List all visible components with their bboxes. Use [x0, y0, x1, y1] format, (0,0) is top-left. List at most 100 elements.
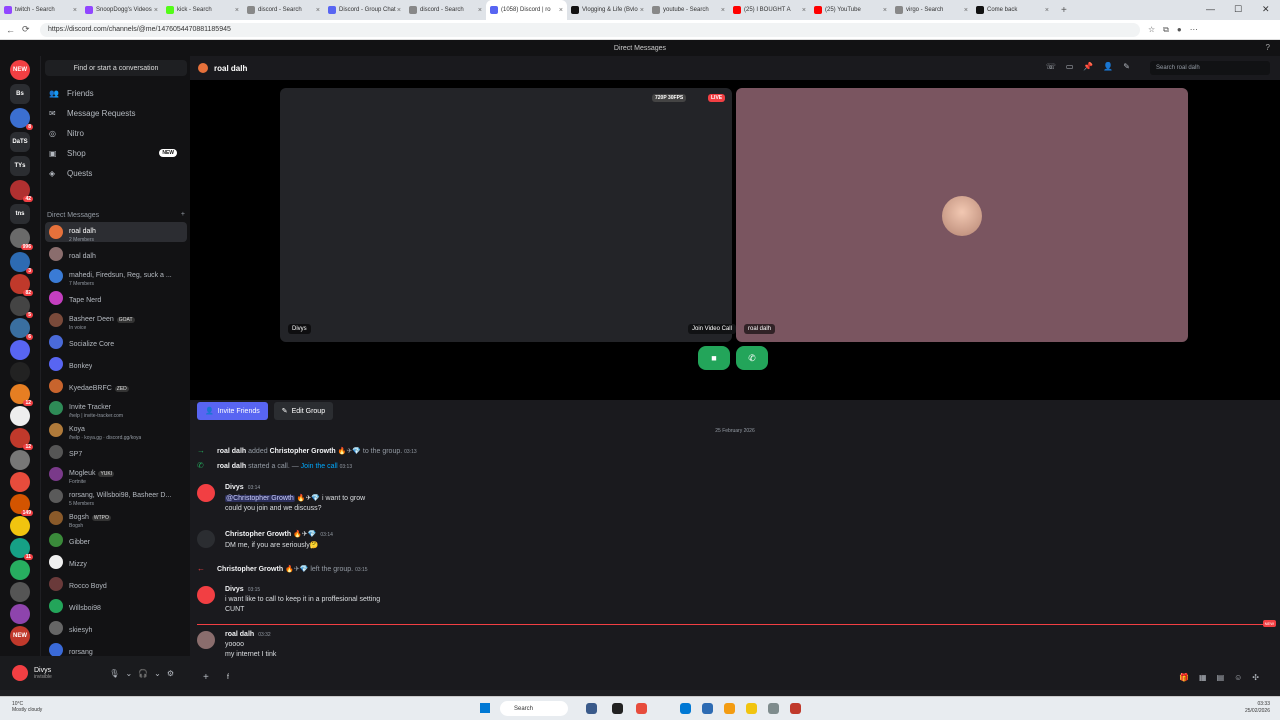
server-icon[interactable] — [10, 582, 30, 602]
close-tab-icon[interactable]: × — [316, 7, 320, 14]
message-avatar[interactable] — [197, 484, 215, 502]
app-icon[interactable] — [790, 703, 801, 714]
dm-item[interactable]: SP7 — [45, 442, 187, 462]
close-tab-icon[interactable]: × — [478, 7, 482, 14]
stream-tile-divys[interactable]: 720P 30FPS LIVE Divys — [280, 88, 732, 342]
close-tab-icon[interactable]: × — [397, 7, 401, 14]
dm-item[interactable]: Bogsh WTPO Bogsh — [45, 508, 187, 529]
close-tab-icon[interactable]: × — [640, 7, 644, 14]
sys-target[interactable]: Christopher Growth — [270, 448, 336, 455]
server-icon[interactable]: DaTS — [10, 132, 30, 152]
dm-item[interactable]: rorsang, Willsboi98, Basheer D... 5 Membe… — [45, 486, 187, 507]
dm-item[interactable]: KyedaeBRFC ZED — [45, 376, 187, 396]
server-icon[interactable]: 6 — [10, 318, 33, 340]
close-window-icon[interactable]: ✕ — [1262, 4, 1270, 15]
stream-tile-roal-dalh[interactable]: roal dalh — [736, 88, 1188, 342]
sys-author[interactable]: roal dalh — [217, 448, 246, 455]
server-icon[interactable]: 3 — [10, 252, 33, 274]
composer-icons[interactable]: 🎁▦▤☺✣ — [1179, 673, 1269, 682]
user-avatar[interactable] — [12, 665, 28, 681]
server-icon[interactable]: 11 — [10, 538, 33, 560]
server-icon[interactable] — [10, 340, 30, 360]
close-tab-icon[interactable]: × — [964, 7, 968, 14]
minimize-icon[interactable]: — — [1206, 4, 1215, 14]
browser-tab[interactable]: discord - Search × — [405, 0, 486, 20]
close-tab-icon[interactable]: × — [154, 7, 158, 14]
message-avatar[interactable] — [197, 530, 215, 548]
edge-icon[interactable] — [680, 703, 691, 714]
server-icon[interactable]: 996 — [10, 228, 33, 250]
server-icon[interactable] — [10, 472, 30, 492]
join-voice-call-button[interactable]: ✆ — [736, 346, 768, 370]
server-icon[interactable]: NEW — [10, 626, 30, 646]
browser-tab[interactable]: Come back × — [972, 0, 1053, 20]
dm-item[interactable]: Willsboi98 — [45, 596, 187, 616]
browser-tab[interactable]: discord - Search × — [243, 0, 324, 20]
browser-icon[interactable] — [636, 703, 647, 714]
browser-tab[interactable]: kick - Search × — [162, 0, 243, 20]
nav-item-message-requests[interactable]: ✉ Message Requests — [45, 104, 187, 122]
browser-tab[interactable]: virgo - Search × — [891, 0, 972, 20]
nav-item-nitro[interactable]: ◎ Nitro — [45, 124, 187, 142]
dm-item[interactable]: Koya/help · koya.gg · discord.gg/koya — [45, 420, 187, 441]
server-icon[interactable]: 5 — [10, 296, 33, 318]
message-author[interactable]: roal dalh — [225, 631, 254, 638]
edit-group-button[interactable]: ✎ Edit Group — [273, 402, 334, 420]
close-tab-icon[interactable]: × — [73, 7, 77, 14]
task-view-icon[interactable] — [612, 703, 623, 714]
find-conversation-button[interactable]: Find or start a conversation — [45, 60, 187, 76]
server-icon[interactable] — [10, 406, 30, 426]
refresh-icon[interactable]: ⟳ — [22, 24, 32, 35]
close-tab-icon[interactable]: × — [721, 7, 725, 14]
menu-icon[interactable]: ⋯ — [1190, 25, 1198, 34]
nav-item-friends[interactable]: 👥 Friends — [45, 84, 187, 102]
widgets-icon[interactable] — [586, 703, 597, 714]
message-avatar[interactable] — [197, 631, 215, 649]
new-tab-button[interactable]: + — [1061, 5, 1067, 16]
dm-item[interactable]: roal dalh — [45, 244, 187, 264]
attach-icon[interactable]: + — [203, 672, 209, 683]
browser-tab[interactable]: SnoopDogg's Videos × — [81, 0, 162, 20]
browser-tab[interactable]: youtube - Search × — [648, 0, 729, 20]
dm-item[interactable]: Gibber — [45, 530, 187, 550]
close-tab-icon[interactable]: × — [559, 7, 563, 14]
dm-item[interactable]: Basheer Deen GOAT In voice — [45, 310, 187, 331]
dm-item[interactable]: roal dalh 2 Members — [45, 222, 187, 243]
header-action-icons[interactable]: ☏▭📌👤✎ — [1046, 62, 1140, 71]
server-icon[interactable]: Bs — [10, 84, 30, 104]
message-author[interactable]: Christopher Growth — [225, 531, 291, 538]
dm-item[interactable]: Mizzy — [45, 552, 187, 572]
create-dm-icon[interactable]: + — [181, 211, 185, 218]
star-icon[interactable]: ☆ — [1148, 25, 1155, 34]
clock[interactable]: 03:33 25/02/2026 — [1245, 701, 1270, 714]
settings-icon[interactable] — [768, 703, 779, 714]
mention[interactable]: @Christopher Growth — [225, 495, 295, 502]
browser-tab[interactable]: Discord - Group Chat × — [324, 0, 405, 20]
server-icon[interactable]: 82 — [10, 274, 33, 296]
search-input[interactable]: Search roal dalh — [1150, 61, 1270, 75]
dm-item[interactable]: Mogleuk YUKI Fortnite — [45, 464, 187, 485]
server-icon[interactable]: TYs — [10, 156, 30, 176]
server-icon[interactable] — [10, 560, 30, 580]
nav-item-quests[interactable]: ◈ Quests — [45, 164, 187, 182]
server-icon[interactable] — [10, 516, 30, 536]
taskbar-search[interactable]: Search — [500, 701, 568, 716]
server-icon[interactable]: 42 — [10, 180, 33, 202]
server-icon[interactable] — [10, 362, 30, 382]
browser-tab[interactable]: (25) I BOUGHT A × — [729, 0, 810, 20]
close-tab-icon[interactable]: × — [235, 7, 239, 14]
invite-friends-button[interactable]: 👤 Invite Friends — [197, 402, 268, 420]
close-tab-icon[interactable]: × — [1045, 7, 1049, 14]
message-author[interactable]: Divys — [225, 484, 244, 491]
server-icon[interactable]: 12 — [10, 428, 33, 450]
user-controls[interactable]: 🎙⌄🎧⌄⚙ — [109, 669, 180, 678]
sys-author[interactable]: roal dalh — [217, 463, 246, 470]
close-tab-icon[interactable]: × — [883, 7, 887, 14]
extensions-icon[interactable]: ⧉ — [1163, 25, 1169, 35]
server-icon[interactable]: NEW — [10, 60, 30, 80]
maximize-icon[interactable]: ☐ — [1234, 4, 1242, 15]
server-icon[interactable] — [10, 604, 30, 624]
join-video-call-button[interactable]: ■ — [698, 346, 730, 370]
close-tab-icon[interactable]: × — [802, 7, 806, 14]
server-icon[interactable]: 8 — [10, 108, 33, 130]
